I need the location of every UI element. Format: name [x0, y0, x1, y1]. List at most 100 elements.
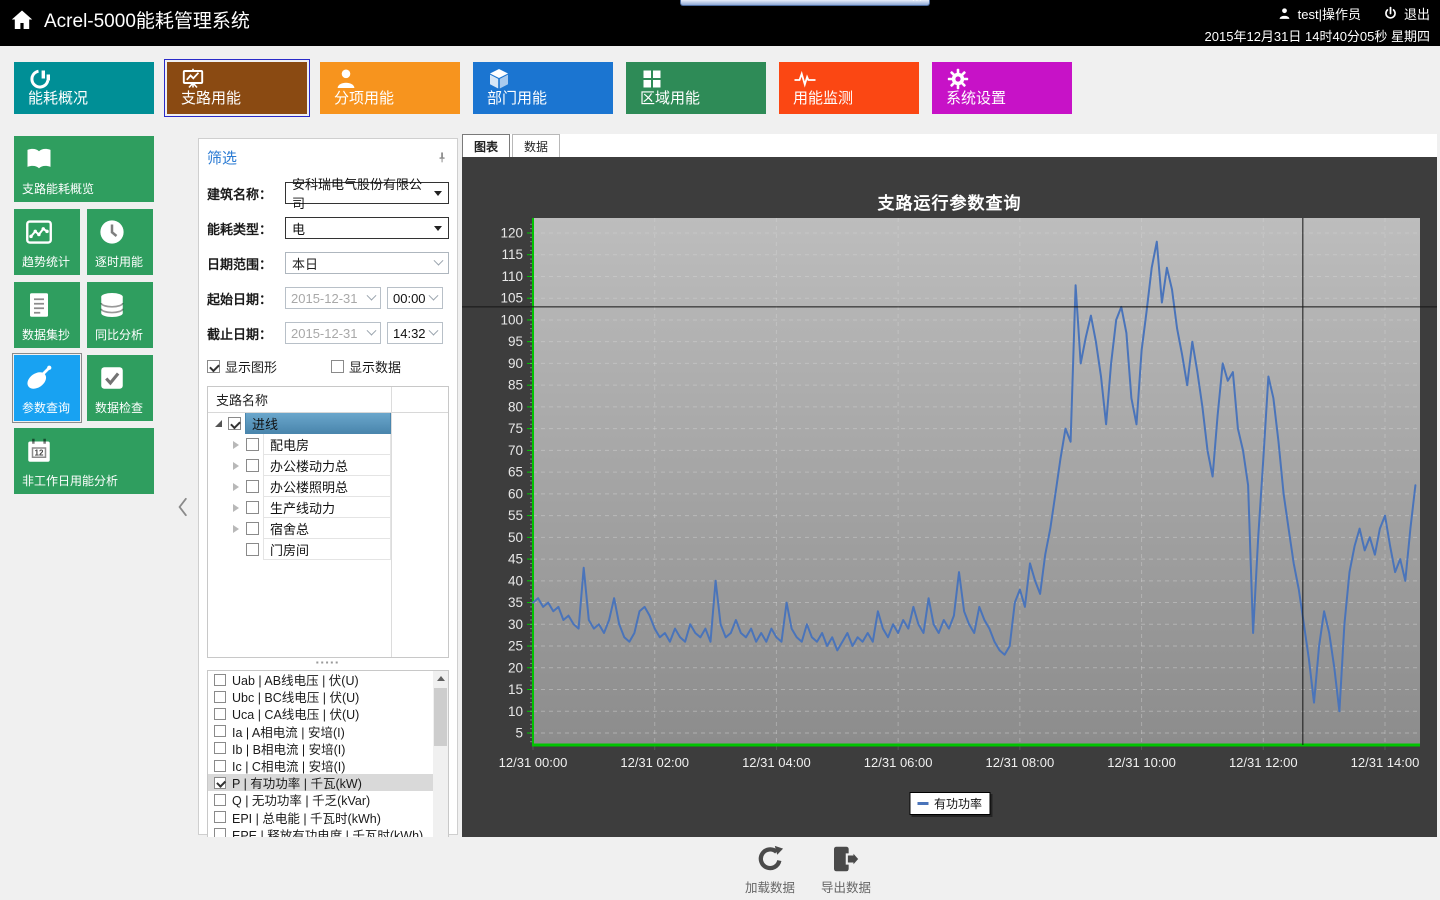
tree-node-label: 宿舍总: [263, 518, 391, 539]
collapse-panel-chevron[interactable]: [172, 496, 194, 523]
tree-row[interactable]: 配电房: [208, 434, 448, 455]
sidebar-tile-check-square[interactable]: 数据检查: [87, 355, 153, 421]
tree-expander-icon[interactable]: [230, 504, 242, 512]
end-date-field[interactable]: 2015-12-31: [285, 322, 381, 344]
tree-expander-icon[interactable]: [230, 525, 242, 533]
checkbox-icon[interactable]: [246, 543, 259, 556]
nav-tile-presentation[interactable]: 支路用能: [167, 62, 307, 114]
checkbox-icon[interactable]: [207, 360, 220, 373]
sidebar-tile-calendar[interactable]: 12非工作日用能分析: [14, 428, 154, 494]
tree-expander-icon[interactable]: [230, 441, 242, 449]
parameter-row[interactable]: Ic | C相电流 | 安培(I): [208, 757, 433, 774]
chevron-down-icon: [367, 325, 377, 335]
start-date-field[interactable]: 2015-12-31: [285, 287, 381, 309]
parameter-label: Ib | B相电流 | 安培(I): [232, 739, 345, 758]
date-range-select[interactable]: 本日: [285, 252, 449, 274]
checkbox-icon[interactable]: [214, 777, 226, 789]
checkbox-icon[interactable]: [246, 438, 259, 451]
display-option-checkbox[interactable]: 显示数据: [331, 357, 449, 376]
reload-data-button[interactable]: 加载数据: [745, 843, 795, 896]
pin-icon: [435, 151, 449, 165]
parameter-row[interactable]: Uca | CA线电压 | 伏(U): [208, 705, 433, 722]
sidebar-tile-book[interactable]: 支路能耗概览: [14, 136, 154, 202]
datetime: 2015年12月31日 14时40分05秒 星期四: [1205, 26, 1430, 45]
sidebar-tile-database[interactable]: 同比分析: [87, 282, 153, 348]
energy-type-label: 能耗类型：: [207, 219, 279, 238]
y-tick-label: 65: [508, 465, 523, 480]
tree-row[interactable]: 宿舍总: [208, 518, 448, 539]
tree-expander-icon[interactable]: [230, 462, 242, 470]
logout-button[interactable]: 退出: [1404, 4, 1430, 23]
parameter-row[interactable]: Q | 无功功率 | 千乏(kVar): [208, 791, 433, 808]
checkbox-icon[interactable]: [246, 480, 259, 493]
tree-row[interactable]: 办公楼照明总: [208, 476, 448, 497]
tree-row[interactable]: 门房间: [208, 539, 448, 560]
energy-type-select[interactable]: 电: [285, 217, 449, 239]
parameter-label: Q | 无功功率 | 千乏(kVar): [232, 790, 370, 809]
tab-chart[interactable]: 图表: [462, 134, 510, 157]
nav-tile-person[interactable]: 分项用能: [320, 62, 460, 114]
scroll-up-arrow[interactable]: [433, 671, 448, 686]
checkbox-icon[interactable]: [214, 742, 226, 754]
x-tick-label: 12/31 02:00: [620, 755, 689, 770]
sidebar-tile-label: 逐时用能: [95, 253, 143, 270]
app-title: Acrel-5000能耗管理系统: [44, 6, 250, 33]
tree-row[interactable]: 进线: [208, 413, 448, 434]
checkbox-icon[interactable]: [214, 725, 226, 737]
panel-splitter[interactable]: ▪▪▪▪▪: [207, 658, 449, 670]
nav-tile-grid[interactable]: 区域用能: [626, 62, 766, 114]
footer-button-label: 导出数据: [821, 877, 871, 896]
parameter-row[interactable]: Ib | B相电流 | 安培(I): [208, 740, 433, 757]
start-time-field[interactable]: 00:00: [387, 287, 443, 309]
reload-icon: [754, 843, 786, 875]
parameter-row[interactable]: Uab | AB线电压 | 伏(U): [208, 671, 433, 688]
x-tick-label: 12/31 06:00: [864, 755, 933, 770]
checkbox-icon[interactable]: [246, 459, 259, 472]
parameter-row[interactable]: Ubc | BC线电压 | 伏(U): [208, 688, 433, 705]
checkbox-icon[interactable]: [214, 760, 226, 772]
footer-button-label: 加载数据: [745, 877, 795, 896]
checkbox-icon[interactable]: [228, 417, 241, 430]
parameter-row[interactable]: Ia | A相电流 | 安培(I): [208, 723, 433, 740]
nav-tile-cube[interactable]: 部门用能: [473, 62, 613, 114]
parameter-label: P | 有功功率 | 千瓦(kW): [232, 773, 362, 792]
y-tick-label: 120: [500, 225, 523, 240]
sidebar-tile-label: 数据集抄: [22, 326, 70, 343]
nav-tile-pulse[interactable]: 用能监测: [779, 62, 919, 114]
sidebar-tile-satellite[interactable]: 参数查询: [14, 355, 80, 421]
tree-node-label: 配电房: [263, 434, 391, 455]
checkbox-icon[interactable]: [331, 360, 344, 373]
nav-tile-gear[interactable]: 系统设置: [932, 62, 1072, 114]
calendar-icon: 12: [24, 436, 54, 466]
y-tick-label: 95: [508, 334, 523, 349]
sidebar-tile-trend[interactable]: 趋势统计: [14, 209, 80, 275]
sidebar-tile-clock[interactable]: 逐时用能: [87, 209, 153, 275]
tab-data[interactable]: 数据: [512, 134, 560, 157]
nav-tile-bar-chart[interactable]: 能耗概况: [14, 62, 154, 114]
parameter-label: Uab | AB线电压 | 伏(U): [232, 670, 359, 689]
y-tick-label: 15: [508, 682, 523, 697]
checkbox-icon[interactable]: [246, 501, 259, 514]
display-option-checkbox[interactable]: 显示图形: [207, 357, 325, 376]
checkbox-icon[interactable]: [214, 708, 226, 720]
checkbox-icon[interactable]: [214, 794, 226, 806]
export-data-button[interactable]: 导出数据: [821, 843, 871, 896]
checkbox-icon[interactable]: [214, 811, 226, 823]
chevron-down-icon: [429, 290, 439, 300]
checkbox-icon[interactable]: [214, 674, 226, 686]
checkbox-icon[interactable]: [214, 691, 226, 703]
tree-expander-icon[interactable]: [230, 483, 242, 491]
scrollbar-thumb[interactable]: [434, 688, 447, 746]
parameter-row[interactable]: EPI | 总电能 | 千瓦时(kWh): [208, 809, 433, 826]
y-tick-label: 90: [508, 356, 523, 371]
end-time-field[interactable]: 14:32: [387, 322, 443, 344]
building-select[interactable]: 安科瑞电气股份有限公司: [285, 182, 449, 204]
scrollbar[interactable]: [433, 671, 448, 859]
tree-row[interactable]: 办公楼动力总: [208, 455, 448, 476]
tree-expander-icon[interactable]: [212, 420, 224, 427]
tree-row[interactable]: 生产线动力: [208, 497, 448, 518]
sidebar-tile-document[interactable]: 数据集抄: [14, 282, 80, 348]
parameter-row[interactable]: P | 有功功率 | 千瓦(kW): [208, 774, 433, 791]
sidebar-tile-label: 趋势统计: [22, 253, 70, 270]
checkbox-icon[interactable]: [246, 522, 259, 535]
